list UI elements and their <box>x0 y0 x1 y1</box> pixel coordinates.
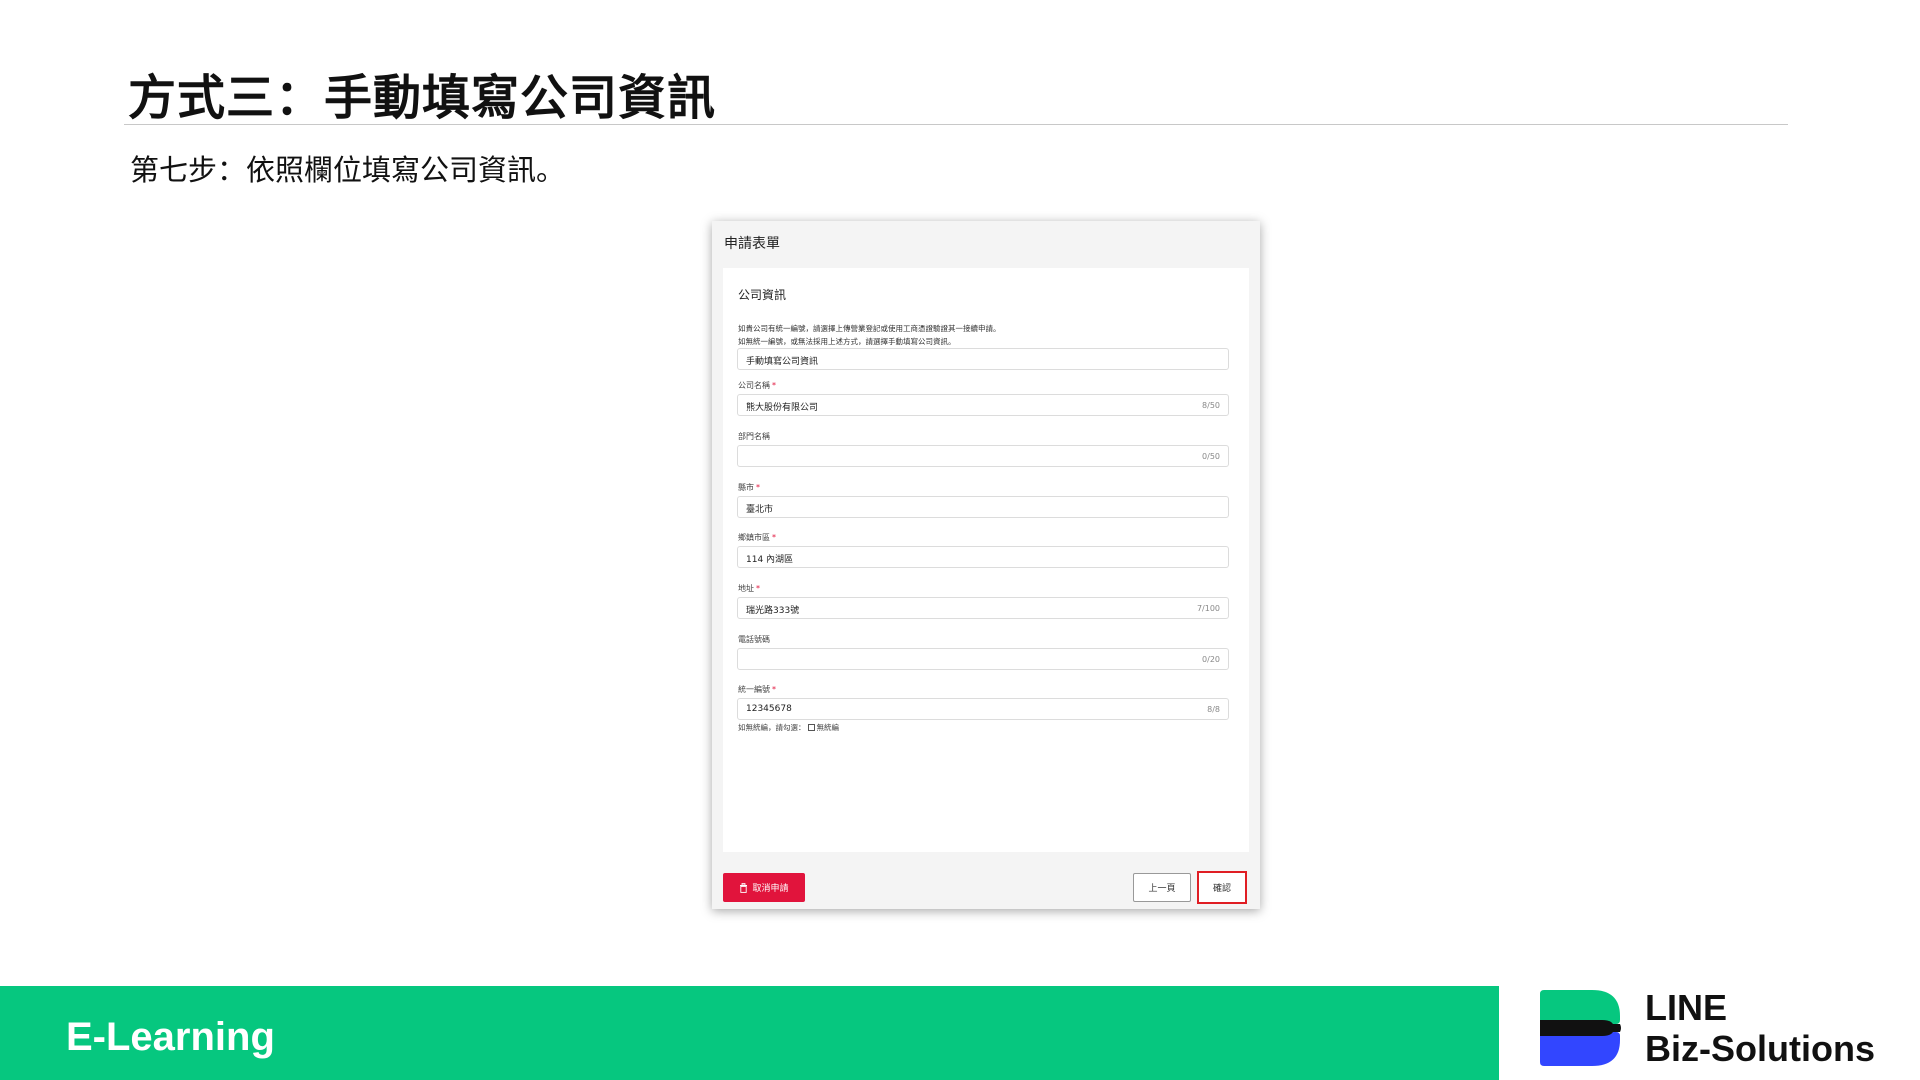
slide-title: 方式三：手動填寫公司資訊 <box>128 70 717 126</box>
no-tax-id-note-text: 如無統編，請勾選： <box>738 723 806 732</box>
method-select[interactable]: 手動填寫公司資訊 <box>737 348 1229 370</box>
tax-id-value: 12345678 <box>746 704 792 714</box>
form-header: 申請表單 <box>724 236 780 252</box>
no-tax-id-note: 如無統編，請勾選： 無統編 <box>738 722 839 733</box>
address-label-text: 地址 <box>738 584 754 593</box>
address-label: 地址 * <box>738 583 760 594</box>
company-name-counter: 8/50 <box>1202 401 1220 410</box>
district-label-text: 鄉鎮市區 <box>738 533 770 542</box>
city-select[interactable]: 臺北市 <box>737 496 1229 518</box>
district-value: 114 內湖區 <box>746 555 794 565</box>
address-value: 瑞光路333號 <box>746 606 800 616</box>
required-mark: * <box>772 381 776 390</box>
previous-page-button[interactable]: 上一頁 <box>1133 873 1191 902</box>
company-name-label-text: 公司名稱 <box>738 381 770 390</box>
tax-id-label-text: 統一編號 <box>738 685 770 694</box>
required-mark: * <box>756 483 760 492</box>
help-line-2: 如無統一編號，或無法採用上述方式，請選擇手動填寫公司資訊。 <box>738 337 956 346</box>
phone-field[interactable]: 0/20 <box>737 648 1229 670</box>
help-text: 如貴公司有統一編號，請選擇上傳營業登記或使用工商憑證驗證其一接續申請。 如無統一… <box>738 322 1238 348</box>
department-label: 部門名稱 <box>738 432 770 441</box>
district-label: 鄉鎮市區 * <box>738 532 776 543</box>
logo-text-line: LINE <box>1645 987 1728 1028</box>
department-counter: 0/50 <box>1202 452 1220 461</box>
step-instruction: 第七步：依照欄位填寫公司資訊。 <box>130 153 566 187</box>
required-mark: * <box>756 584 760 593</box>
city-label: 縣市 * <box>738 482 760 493</box>
confirm-button[interactable]: 確認 <box>1197 871 1247 904</box>
company-info-card: 公司資訊 如貴公司有統一編號，請選擇上傳營業登記或使用工商憑證驗證其一接續申請。… <box>723 268 1249 852</box>
application-form-screenshot: 申請表單 公司資訊 如貴公司有統一編號，請選擇上傳營業登記或使用工商憑證驗證其一… <box>712 221 1260 909</box>
no-tax-id-checkbox-label: 無統編 <box>816 723 840 732</box>
logo-text-biz-solutions: Biz-Solutions <box>1645 1028 1875 1069</box>
address-counter: 7/100 <box>1196 604 1220 613</box>
no-tax-id-checkbox[interactable] <box>807 724 815 731</box>
district-select[interactable]: 114 內湖區 <box>737 546 1229 568</box>
cancel-application-button[interactable]: 取消申請 <box>723 873 805 902</box>
method-select-value: 手動填寫公司資訊 <box>746 357 819 367</box>
footer-label: E-Learning <box>66 1015 275 1059</box>
tax-id-counter: 8/8 <box>1207 705 1220 714</box>
city-label-text: 縣市 <box>738 483 754 492</box>
section-title: 公司資訊 <box>738 288 787 302</box>
department-field[interactable]: 0/50 <box>737 445 1229 467</box>
address-field[interactable]: 瑞光路333號 7/100 <box>737 597 1229 619</box>
phone-label: 電話號碼 <box>738 635 770 644</box>
company-name-label: 公司名稱 * <box>738 380 776 391</box>
tax-id-field[interactable]: 12345678 8/8 <box>737 698 1229 720</box>
phone-counter: 0/20 <box>1202 655 1220 664</box>
required-mark: * <box>772 533 776 542</box>
trash-icon <box>740 882 748 893</box>
tax-id-label: 統一編號 * <box>738 684 776 695</box>
help-line-1: 如貴公司有統一編號，請選擇上傳營業登記或使用工商憑證驗證其一接續申請。 <box>738 324 1001 333</box>
line-biz-logo-icon <box>1540 990 1621 1066</box>
title-divider <box>124 124 1788 125</box>
city-value: 臺北市 <box>746 505 774 515</box>
required-mark: * <box>772 685 776 694</box>
company-name-field[interactable]: 熊大股份有限公司 8/50 <box>737 394 1229 416</box>
company-name-value: 熊大股份有限公司 <box>746 403 819 413</box>
cancel-button-label: 取消申請 <box>752 884 789 894</box>
